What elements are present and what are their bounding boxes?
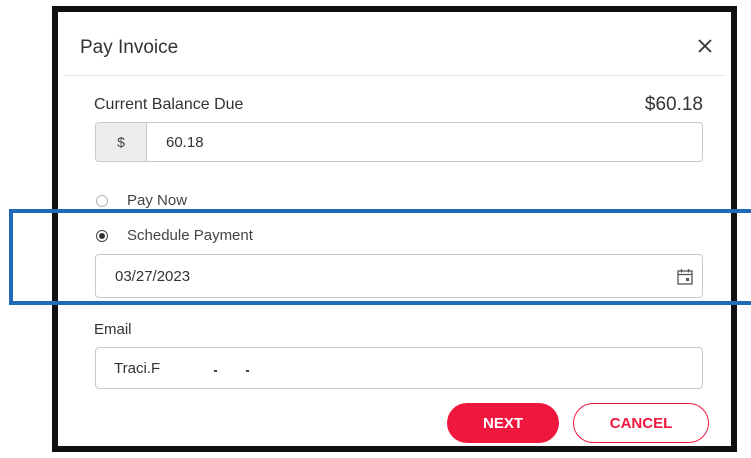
close-button[interactable] (693, 34, 717, 58)
email-label: Email (94, 321, 132, 338)
dialog-title: Pay Invoice (80, 37, 179, 58)
amount-input[interactable]: $ 60.18 (95, 122, 703, 162)
close-icon (698, 39, 712, 53)
schedule-payment-highlight (9, 209, 751, 305)
pay-now-label: Pay Now (127, 192, 188, 209)
dialog-header: Pay Invoice (64, 18, 725, 76)
pay-now-radio[interactable] (96, 194, 108, 207)
redaction-mark (214, 370, 217, 372)
email-value: Traci.F (114, 360, 161, 377)
cancel-button[interactable]: CANCEL (573, 403, 709, 443)
balance-amount: $60.18 (644, 94, 703, 115)
currency-prefix: $ (96, 123, 147, 161)
balance-label: Current Balance Due (94, 96, 244, 113)
amount-value: 60.18 (166, 134, 204, 151)
email-input[interactable]: Traci.F (95, 347, 703, 389)
pay-now-option[interactable]: Pay Now (96, 192, 187, 209)
redaction-mark (246, 370, 249, 372)
next-button[interactable]: NEXT (447, 403, 559, 443)
